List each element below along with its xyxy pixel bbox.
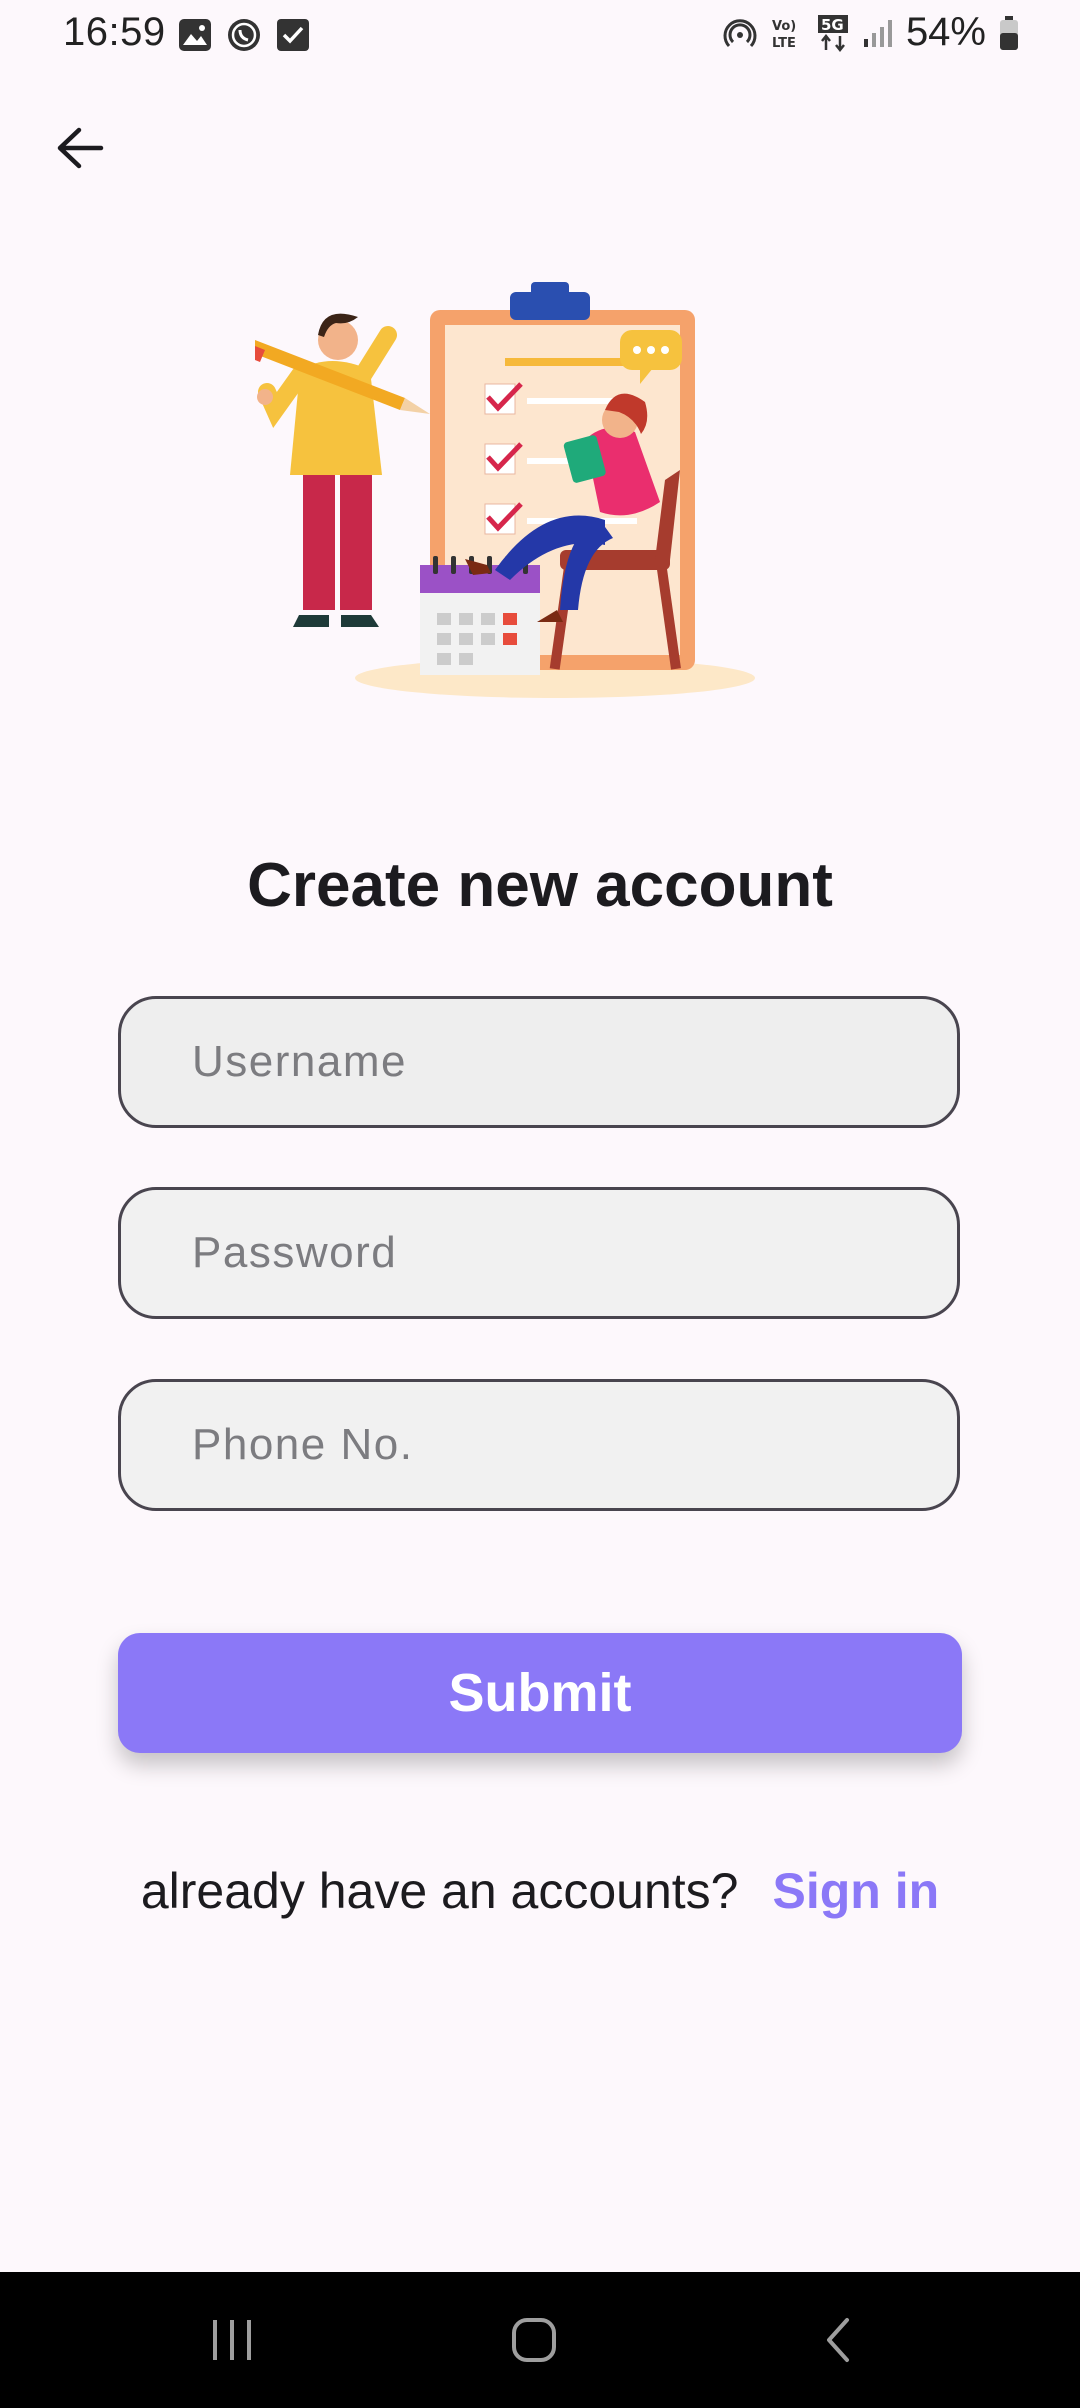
arrow-left-icon: [57, 127, 104, 169]
status-time: 16:59: [63, 10, 166, 54]
svg-text:LTE: LTE: [772, 36, 796, 51]
password-field[interactable]: [118, 1187, 960, 1319]
recents-button[interactable]: [142, 2272, 322, 2408]
back-nav-icon: [827, 2318, 849, 2362]
back-button[interactable]: [50, 118, 110, 178]
battery-percentage: 54%: [905, 10, 986, 54]
status-notification-icons: [178, 17, 310, 53]
signin-prompt: already have an accounts?: [140, 1863, 739, 1919]
recents-icon: [213, 2320, 251, 2360]
username-field[interactable]: [118, 996, 960, 1128]
hotspot-icon: [723, 18, 757, 47]
man-figure: [255, 313, 430, 627]
signin-link[interactable]: Sign in: [772, 1862, 939, 1920]
password-input[interactable]: [190, 1227, 957, 1279]
svg-text:5G: 5G: [821, 16, 844, 34]
home-button[interactable]: [444, 2272, 624, 2408]
checkbox-icon: [277, 19, 309, 51]
signup-illustration: [255, 282, 755, 698]
signal-icon: [863, 19, 892, 47]
phone-input[interactable]: [190, 1419, 957, 1471]
home-icon: [512, 2318, 556, 2362]
status-system-icons: Vo) LTE 5G 54%: [722, 10, 1020, 55]
status-bar: 16:59 Vo) LTE 5G 54%: [0, 0, 1080, 70]
volte-icon: Vo) LTE: [772, 19, 796, 51]
back-nav-button[interactable]: [748, 2272, 928, 2408]
phone-field[interactable]: [118, 1379, 960, 1511]
username-input[interactable]: [190, 1036, 957, 1088]
system-nav-bar: [0, 2272, 1080, 2408]
battery-icon: [1000, 15, 1018, 50]
image-icon: [179, 19, 211, 51]
submit-button[interactable]: Submit: [118, 1633, 962, 1753]
whatsapp-icon: [228, 19, 260, 51]
page-title: Create new account: [247, 851, 833, 920]
signin-row: already have an accounts? Sign in: [0, 1862, 1080, 1920]
svg-text:Vo): Vo): [772, 19, 796, 34]
5g-icon: 5G: [817, 14, 848, 52]
